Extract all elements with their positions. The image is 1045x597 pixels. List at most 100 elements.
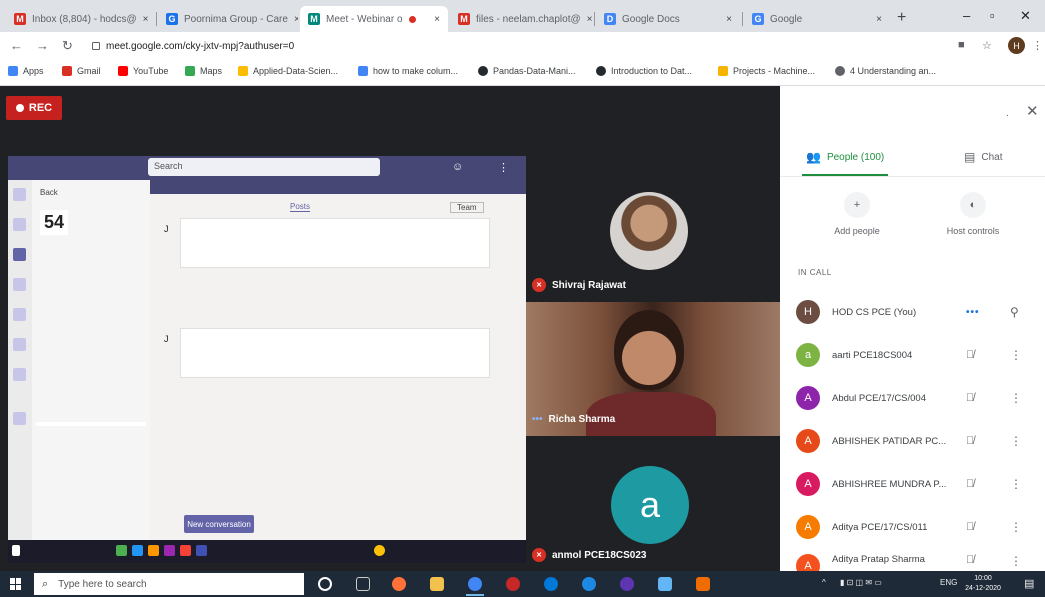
minimize-button[interactable]: – [963,8,970,23]
bookmark-apps[interactable]: Apps [8,66,44,76]
mic-off-icon: 🎙̸ [966,478,975,490]
notification-icon[interactable]: ▤ [1024,577,1034,590]
team-panel-text: Back [40,188,58,197]
chat-icon [13,218,26,231]
shared-screen-topbar: Search ☺ ⋮ [8,156,526,180]
windows-taskbar: ⌕ Type here to search ^ ▮ ⊡ ◫ ✉ ▭ ENG 10… [0,571,1045,597]
host-controls-button[interactable]: ◐ Host controls [928,192,1018,236]
windows-start-icon[interactable] [10,578,22,590]
app-icon[interactable] [696,577,710,591]
close-icon[interactable]: × [581,14,592,25]
camera-indicator-icon[interactable]: ■ [958,39,965,51]
window-close-button[interactable]: ✕ [1020,8,1031,24]
tab-label: Google Docs [622,13,680,25]
participant-name: ABHISHREE MUNDRA P... [832,478,947,490]
edge-icon[interactable] [544,577,558,591]
bookmark-pandas[interactable]: Pandas-Data-Mani... [478,66,576,76]
more-options-icon[interactable]: ⋮ [1010,477,1022,491]
close-panel-button[interactable]: ✕ [1026,102,1039,120]
participant-row[interactable]: A ABHISHREE MUNDRA P... 🎙̸ ⋮ [796,470,1036,498]
forward-button[interactable]: → [36,38,49,53]
menu-icon[interactable]: ⋮ [1032,39,1043,52]
tray-icons[interactable]: ▮ ⊡ ◫ ✉ ▭ [840,578,882,587]
close-icon[interactable]: × [428,14,440,25]
back-button[interactable]: ← [10,38,23,53]
speaking-indicator-icon: ••• [966,306,980,318]
new-conversation-button: New conversation [184,515,254,533]
google-icon: G [752,13,764,25]
add-people-button[interactable]: + Add people [812,192,902,236]
bookmark-intro[interactable]: Introduction to Dat... [596,66,692,76]
participant-row[interactable]: A Aditya Pratap Sharma 🎙̸ ⋮ [796,554,1036,571]
address-bar[interactable]: meet.google.com/cky-jxtv-mpj?authuser=0 [92,36,942,56]
app-icon[interactable] [506,577,520,591]
record-dot-icon [15,104,24,112]
more-options-icon[interactable]: ⋮ [1010,520,1022,534]
posts-tab: Posts [290,202,311,212]
more-options-icon[interactable]: ⋮ [1010,434,1022,448]
tab-files[interactable]: M files - neelam.chaplot@ × [450,6,592,32]
task-view-icon[interactable] [356,577,370,591]
close-icon[interactable]: × [870,14,882,25]
participant-name: Abdul PCE/17/CS/004 [832,392,927,404]
recording-badge: REC [6,96,62,120]
file-explorer-icon[interactable] [430,577,444,591]
star-icon[interactable]: ☆ [982,39,992,52]
bookmark-column[interactable]: how to make colum... [358,66,458,76]
bookmark-applied-data-science[interactable]: Applied-Data-Scien... [238,66,338,76]
clock[interactable]: 10:00 24-12-2020 [964,574,1002,594]
pin-icon[interactable]: ⚲ [1010,305,1019,319]
profile-avatar[interactable]: H [1008,37,1025,54]
app-icon [180,545,191,556]
app-icon[interactable] [582,577,596,591]
url-text: meet.google.com/cky-jxtv-mpj?authuser=0 [106,40,295,52]
participant-row[interactable]: A ABHISHEK PATIDAR PC... 🎙̸ ⋮ [796,427,1036,455]
more-options-icon[interactable]: ⋮ [1010,348,1022,362]
avatar: A [796,554,820,571]
reload-button[interactable]: ↻ [62,38,73,54]
avatar: A [796,472,820,496]
apps-icon [13,412,26,425]
bookmark-gmail[interactable]: Gmail [62,66,101,76]
participant-row[interactable]: a aarti PCE18CS004 🎙̸ ⋮ [796,341,1036,369]
bookmark-youtube[interactable]: YouTube [118,66,168,76]
app-icon[interactable] [620,577,634,591]
language-indicator[interactable]: ENG [940,578,957,587]
tab-chat[interactable]: ▤ Chat [964,150,1002,164]
github-icon [478,66,488,76]
more-icon[interactable]: . [1006,108,1009,119]
apps-grid-icon [8,66,18,76]
close-icon[interactable]: × [288,14,298,25]
tab-google-docs[interactable]: D Google Docs × [596,6,740,32]
firefox-icon[interactable] [392,577,406,591]
avatar: A [796,429,820,453]
participant-row[interactable]: A Aditya PCE/17/CS/011 🎙̸ ⋮ [796,513,1036,541]
maximize-button[interactable]: ▫ [990,8,995,23]
close-icon[interactable]: × [720,14,732,25]
new-tab-button[interactable]: + [897,9,906,27]
tab-gmail-inbox[interactable]: M Inbox (8,804) - hodcs@ × [6,6,154,32]
bookmark-projects[interactable]: Projects - Machine... [718,66,815,76]
google-icon [358,66,368,76]
close-icon[interactable]: × [137,14,149,25]
participant-tile-name: ✕ Shivraj Rajawat [532,278,626,292]
more-options-icon[interactable]: ⋮ [1010,554,1022,568]
tab-poornima-group[interactable]: G Poornima Group - Care × [158,6,298,32]
participant-row[interactable]: A Abdul PCE/17/CS/004 🎙̸ ⋮ [796,384,1036,412]
more-options-icon[interactable]: ⋮ [1010,391,1022,405]
tab-meet[interactable]: M Meet - Webinar o × [300,6,448,32]
app-icon [116,545,127,556]
bookmark-maps[interactable]: Maps [185,66,222,76]
mic-off-icon: 🎙̸ [966,554,975,566]
app-icon[interactable] [658,577,672,591]
meeting-banner [150,180,526,194]
participant-row[interactable]: H HOD CS PCE (You) ••• ⚲ [796,298,1036,326]
chrome-icon[interactable] [466,577,484,596]
cortana-icon[interactable] [318,577,332,591]
taskbar-search-box[interactable]: ⌕ Type here to search [34,573,304,595]
tab-google[interactable]: G Google × [744,6,890,32]
tab-people[interactable]: 👥 People (100) [806,150,884,164]
tray-chevron-icon[interactable]: ^ [822,578,826,587]
participant-name: Aditya Pratap Sharma [832,554,925,565]
bookmark-understanding[interactable]: 4 Understanding an... [835,66,936,76]
